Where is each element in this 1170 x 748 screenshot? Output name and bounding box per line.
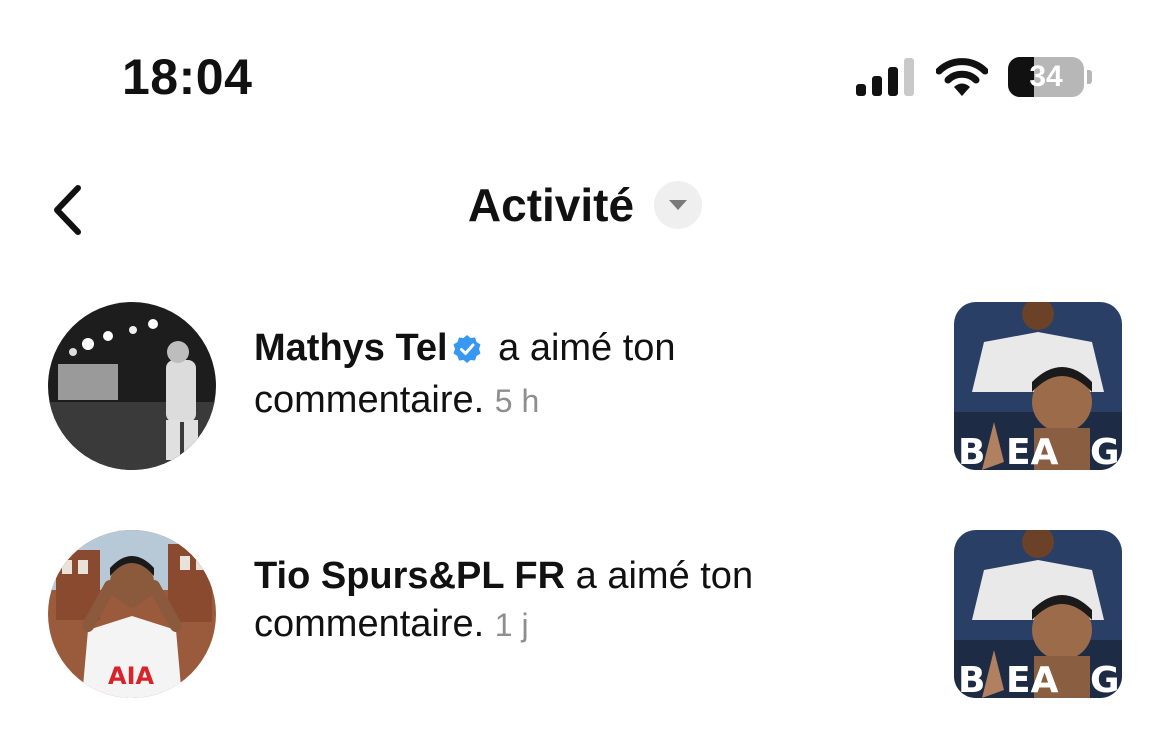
avatar-image: AIA: [48, 530, 216, 698]
page-title: Activité: [467, 179, 635, 231]
title-wrap: Activité: [0, 178, 1170, 232]
activity-item[interactable]: AIA Tio Spurs&PL FR a aimé ton commentai…: [0, 530, 1170, 705]
svg-text:EA: EA: [1006, 660, 1059, 698]
svg-text:B: B: [958, 660, 985, 698]
title-dropdown-button[interactable]: [654, 181, 703, 229]
caret-down-icon: [669, 200, 688, 210]
cellular-signal-icon: [856, 58, 916, 96]
post-thumbnail-image: B EA G: [954, 302, 1122, 470]
wifi-icon: [936, 58, 988, 96]
activity-text: Tio Spurs&PL FR a aimé ton commentaire. …: [254, 552, 894, 649]
username[interactable]: Tio Spurs&PL FR: [254, 555, 565, 597]
svg-text:EA: EA: [1006, 432, 1059, 470]
verified-badge-icon: [452, 328, 482, 376]
activity-time: 5 h: [494, 383, 540, 419]
activity-text: Mathys Tel a aimé ton commentaire. 5 h: [254, 324, 894, 425]
battery-cap: [1087, 70, 1092, 84]
activity-item[interactable]: Mathys Tel a aimé ton commentaire. 5 h B…: [0, 302, 1170, 477]
post-thumbnail-image: B EA G: [954, 530, 1122, 698]
svg-text:B: B: [958, 432, 985, 470]
svg-text:G: G: [1090, 660, 1120, 698]
avatar-image: [48, 302, 216, 470]
battery-level: 34: [1029, 60, 1063, 93]
status-time: 18:04: [122, 49, 253, 105]
status-bar: 18:04 34: [0, 0, 1170, 150]
avatar[interactable]: AIA: [48, 530, 216, 698]
svg-text:G: G: [1090, 432, 1120, 470]
avatar[interactable]: [48, 302, 216, 470]
header: Activité: [0, 150, 1170, 270]
battery-icon: 34: [1008, 57, 1084, 97]
username[interactable]: Mathys Tel: [254, 327, 448, 369]
post-thumbnail[interactable]: B EA G: [954, 302, 1122, 470]
post-thumbnail[interactable]: B EA G: [954, 530, 1122, 698]
activity-time: 1 j: [494, 607, 529, 643]
svg-text:AIA: AIA: [108, 662, 155, 690]
